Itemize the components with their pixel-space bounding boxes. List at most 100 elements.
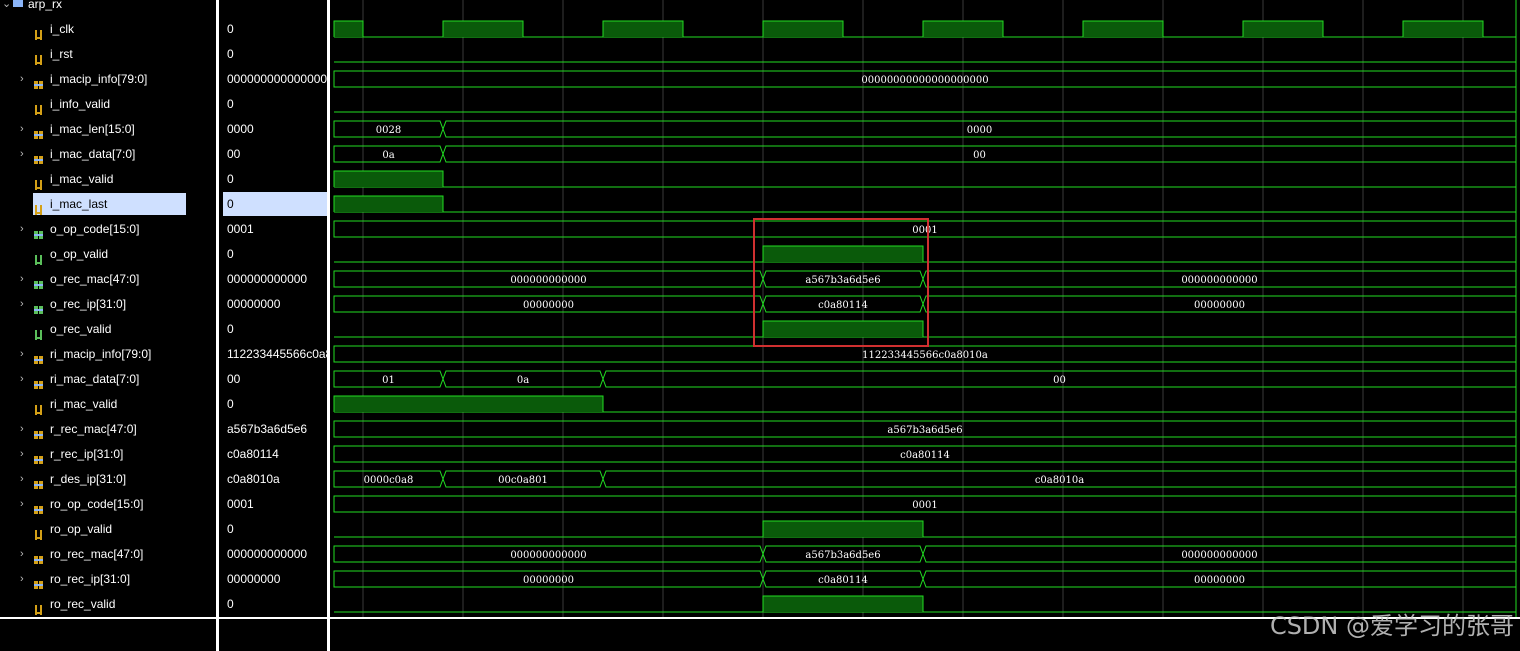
expand-chevron-icon[interactable]: › bbox=[20, 67, 24, 91]
signal-value[interactable]: c0a8010a bbox=[227, 467, 328, 491]
wire-signal-icon bbox=[34, 24, 44, 40]
bus-value-label: 0000c0a8 bbox=[364, 475, 414, 486]
signal-row[interactable]: o_rec_valid bbox=[0, 317, 216, 341]
signal-value[interactable]: 00000000000000000000 bbox=[227, 67, 328, 91]
signal-row[interactable]: › ro_rec_ip[31:0] bbox=[0, 567, 216, 591]
expand-chevron-icon[interactable]: › bbox=[20, 417, 24, 441]
signal-value[interactable]: 0 bbox=[227, 592, 328, 616]
signal-value[interactable]: 0001 bbox=[227, 492, 328, 516]
signal-value[interactable]: c0a80114 bbox=[227, 442, 328, 466]
expand-chevron-icon[interactable]: › bbox=[20, 492, 24, 516]
signal-row[interactable]: › o_op_code[15:0] bbox=[0, 217, 216, 241]
expand-chevron-icon[interactable]: › bbox=[20, 367, 24, 391]
waveform-canvas[interactable]: 000000000000000000000028 00000a 0000010000… bbox=[330, 0, 1520, 651]
signal-row[interactable]: › ro_op_code[15:0] bbox=[0, 492, 216, 516]
signal-value[interactable]: 0 bbox=[227, 92, 328, 116]
signal-value[interactable]: 0 bbox=[227, 167, 328, 191]
bus-value-label: c0a8010a bbox=[1035, 475, 1084, 486]
signal-row[interactable]: i_rst bbox=[0, 42, 216, 66]
signal-value[interactable]: 0000 bbox=[227, 117, 328, 141]
wire-signal-icon bbox=[34, 599, 44, 615]
signal-value[interactable]: 00000000 bbox=[227, 292, 328, 316]
signal-name: o_rec_valid bbox=[50, 322, 112, 336]
signal-value[interactable]: 0 bbox=[227, 392, 328, 416]
signal-value[interactable]: 0 bbox=[227, 42, 328, 66]
signal-name: ro_rec_ip[31:0] bbox=[50, 572, 131, 586]
bus-signal-icon bbox=[34, 374, 44, 389]
signal-value[interactable]: 0 bbox=[223, 192, 327, 216]
wave-high-fill bbox=[763, 596, 923, 612]
signal-row[interactable]: › o_rec_mac[47:0] bbox=[0, 267, 216, 291]
signal-name: i_macip_info[79:0] bbox=[50, 72, 148, 86]
expand-chevron-icon[interactable]: › bbox=[20, 467, 24, 491]
signal-name: i_rst bbox=[50, 47, 73, 61]
wire-signal-icon bbox=[34, 49, 44, 65]
signal-name: o_op_code[15:0] bbox=[50, 222, 140, 236]
signal-row[interactable]: ro_op_valid bbox=[0, 517, 216, 541]
collapse-chevron-icon[interactable]: ⌄ bbox=[2, 0, 11, 13]
signal-row[interactable]: o_op_valid bbox=[0, 242, 216, 266]
expand-chevron-icon[interactable]: › bbox=[20, 542, 24, 566]
signal-row[interactable]: › o_rec_ip[31:0] bbox=[0, 292, 216, 316]
signal-name: ro_op_code[15:0] bbox=[50, 497, 144, 511]
signal-value[interactable]: 000000000000 bbox=[227, 542, 328, 566]
expand-chevron-icon[interactable]: › bbox=[20, 442, 24, 466]
expand-chevron-icon[interactable]: › bbox=[20, 142, 24, 166]
wire-signal-icon bbox=[34, 249, 44, 265]
signal-value[interactable]: 0 bbox=[227, 17, 328, 41]
expand-chevron-icon[interactable]: › bbox=[20, 117, 24, 141]
signal-value[interactable]: 0 bbox=[227, 242, 328, 266]
signal-row[interactable]: i_mac_last bbox=[0, 192, 216, 216]
signal-value[interactable]: a567b3a6d5e6 bbox=[227, 417, 328, 441]
bus-value-label: 0000 bbox=[967, 125, 992, 136]
signal-row[interactable]: ro_rec_valid bbox=[0, 592, 216, 616]
signal-row[interactable]: › i_mac_data[7:0] bbox=[0, 142, 216, 166]
signal-value[interactable]: 0 bbox=[227, 517, 328, 541]
bus-value-label: 0001 bbox=[912, 225, 937, 236]
signal-row[interactable]: › ro_rec_mac[47:0] bbox=[0, 542, 216, 566]
signal-row[interactable]: › r_des_ip[31:0] bbox=[0, 467, 216, 491]
bus-signal-icon bbox=[34, 299, 44, 314]
signal-value[interactable]: 00 bbox=[227, 367, 328, 391]
signal-name: ro_op_valid bbox=[50, 522, 113, 536]
signal-name: o_rec_ip[31:0] bbox=[50, 297, 127, 311]
signal-name: i_clk bbox=[50, 22, 75, 36]
signal-row[interactable]: › r_rec_ip[31:0] bbox=[0, 442, 216, 466]
signal-value[interactable]: 112233445566c0a8010a bbox=[227, 342, 328, 366]
expand-chevron-icon[interactable]: › bbox=[20, 217, 24, 241]
expand-chevron-icon[interactable]: › bbox=[20, 342, 24, 366]
signal-value[interactable]: 00000000 bbox=[227, 567, 328, 591]
signal-row[interactable]: › i_macip_info[79:0] bbox=[0, 67, 216, 91]
wave-high-fill bbox=[763, 246, 923, 262]
signal-row[interactable]: i_clk bbox=[0, 17, 216, 41]
signal-row[interactable]: › i_mac_len[15:0] bbox=[0, 117, 216, 141]
expand-chevron-icon[interactable]: › bbox=[20, 267, 24, 291]
wave-high-fill bbox=[923, 21, 1003, 37]
signal-value[interactable]: 0001 bbox=[227, 217, 328, 241]
bus-value-label: 000000000000 bbox=[1181, 550, 1257, 561]
wire-signal-icon bbox=[34, 99, 44, 115]
signal-row[interactable]: › r_rec_mac[47:0] bbox=[0, 417, 216, 441]
signal-row[interactable]: › ri_mac_data[7:0] bbox=[0, 367, 216, 391]
signal-row[interactable]: i_info_valid bbox=[0, 92, 216, 116]
signal-name: i_info_valid bbox=[50, 97, 111, 111]
expand-chevron-icon[interactable]: › bbox=[20, 567, 24, 591]
wave-high-fill bbox=[603, 21, 683, 37]
bus-signal-icon bbox=[34, 449, 44, 464]
expand-chevron-icon[interactable]: › bbox=[20, 292, 24, 316]
bus-value-label: c0a80114 bbox=[900, 450, 950, 461]
signal-value[interactable]: 0 bbox=[227, 317, 328, 341]
signal-value[interactable]: 00 bbox=[227, 142, 328, 166]
column-splitter-left[interactable] bbox=[216, 0, 219, 651]
bus-signal-icon bbox=[34, 124, 44, 139]
scope-title: arp_rx bbox=[28, 0, 63, 11]
signal-value[interactable]: 000000000000 bbox=[227, 267, 328, 291]
signal-name-panel: ⌄ arp_rx i_clk i_rst › i_macip_info[79:0] i_… bbox=[0, 0, 216, 651]
signal-name: ri_macip_info[79:0] bbox=[50, 347, 152, 361]
signal-row[interactable]: ri_mac_valid bbox=[0, 392, 216, 416]
bus-signal-icon bbox=[34, 424, 44, 439]
bus-signal-icon bbox=[34, 574, 44, 589]
signal-row[interactable]: i_mac_valid bbox=[0, 167, 216, 191]
signal-row[interactable]: › ri_macip_info[79:0] bbox=[0, 342, 216, 366]
wave-high-fill bbox=[334, 171, 443, 187]
